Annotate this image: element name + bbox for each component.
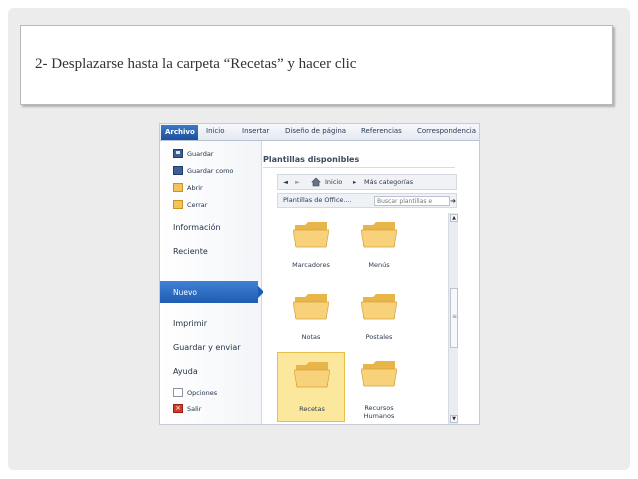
scroll-grip-icon: ≡: [452, 313, 458, 320]
exit-icon: ×: [173, 404, 183, 413]
close-folder-icon: [173, 200, 183, 209]
nav-home-link[interactable]: Inicio: [325, 178, 342, 186]
folder-notas[interactable]: Notas: [277, 285, 345, 355]
folder-label: Recursos Humanos: [363, 404, 395, 420]
folder-marcadores[interactable]: Marcadores: [277, 213, 345, 283]
options-icon: [173, 388, 183, 397]
folder-icon: [294, 362, 330, 388]
folder-label: Notas: [301, 333, 321, 341]
template-path-bar: Plantillas de Office.... ➜: [277, 193, 457, 208]
tab-archivo[interactable]: Archivo: [161, 125, 198, 140]
open-folder-icon: [173, 183, 183, 192]
folder-icon: [293, 222, 329, 248]
slide-title: 2- Desplazarse hasta la carpeta “Recetas…: [35, 56, 357, 72]
template-location: Plantillas de Office....: [283, 196, 352, 204]
slide-title-box: 2- Desplazarse hasta la carpeta “Recetas…: [20, 25, 613, 105]
breadcrumb-separator-icon: ▸: [353, 178, 357, 186]
folder-label: Marcadores: [292, 261, 330, 269]
folder-icon: [361, 361, 397, 387]
template-search-input[interactable]: [374, 196, 450, 206]
word-backstage-screenshot: Archivo Inicio Insertar Diseño de página…: [159, 123, 480, 425]
scroll-up-icon[interactable]: ▲: [450, 214, 458, 222]
tab-correspondencia[interactable]: Correspondencia: [417, 127, 476, 135]
nav-guardar-enviar[interactable]: Guardar y enviar: [173, 343, 241, 352]
nav-guardar-como[interactable]: Guardar como: [187, 167, 233, 175]
nav-informacion[interactable]: Información: [173, 223, 221, 232]
folder-icon: [361, 294, 397, 320]
house-icon[interactable]: [311, 177, 321, 187]
folder-menus[interactable]: Menús: [345, 213, 413, 283]
nav-cerrar[interactable]: Cerrar: [187, 201, 207, 209]
scroll-down-icon[interactable]: ▼: [450, 415, 458, 423]
template-scrollbar[interactable]: ▲ ≡ ▼: [448, 213, 458, 424]
folder-postales[interactable]: Postales: [345, 285, 413, 355]
tab-insertar[interactable]: Insertar: [242, 127, 269, 135]
nav-abrir[interactable]: Abrir: [187, 184, 203, 192]
search-go-icon[interactable]: ➜: [449, 196, 457, 206]
more-categories-link[interactable]: Más categorías: [364, 178, 413, 186]
folder-label: Menús: [368, 261, 390, 269]
nav-imprimir[interactable]: Imprimir: [173, 319, 207, 328]
templates-panel: Plantillas disponibles ◄ ► Inicio ▸ Más …: [263, 141, 479, 424]
folder-label: Postales: [365, 333, 393, 341]
tab-diseno-pagina[interactable]: Diseño de página: [285, 127, 346, 135]
nav-nuevo-label: Nuevo: [173, 288, 198, 297]
title-separator: [263, 167, 455, 168]
save-as-icon: [173, 166, 183, 175]
backstage-nav: Guardar Guardar como Abrir Cerrar Inform…: [160, 141, 264, 424]
forward-arrow-icon[interactable]: ►: [295, 178, 300, 186]
folder-icon: [361, 222, 397, 248]
scroll-thumb[interactable]: ≡: [450, 288, 458, 348]
templates-title: Plantillas disponibles: [263, 155, 360, 164]
nav-salir[interactable]: Salir: [187, 405, 201, 413]
tab-inicio[interactable]: Inicio: [206, 127, 225, 135]
back-arrow-icon[interactable]: ◄: [283, 178, 288, 186]
nav-guardar[interactable]: Guardar: [187, 150, 213, 158]
nav-ayuda[interactable]: Ayuda: [173, 367, 198, 376]
folder-recursos-humanos[interactable]: Recursos Humanos: [345, 352, 413, 422]
tab-referencias[interactable]: Referencias: [361, 127, 402, 135]
folder-recetas[interactable]: Recetas: [277, 352, 345, 422]
ribbon-tabs: Archivo Inicio Insertar Diseño de página…: [160, 124, 479, 141]
folder-label: Recetas: [299, 405, 325, 413]
nav-reciente[interactable]: Reciente: [173, 247, 208, 256]
nav-opciones[interactable]: Opciones: [187, 389, 217, 397]
nav-nuevo[interactable]: Nuevo: [160, 281, 264, 303]
template-navbar: ◄ ► Inicio ▸ Más categorías: [277, 174, 457, 190]
save-icon: [173, 149, 183, 158]
folder-icon: [293, 294, 329, 320]
